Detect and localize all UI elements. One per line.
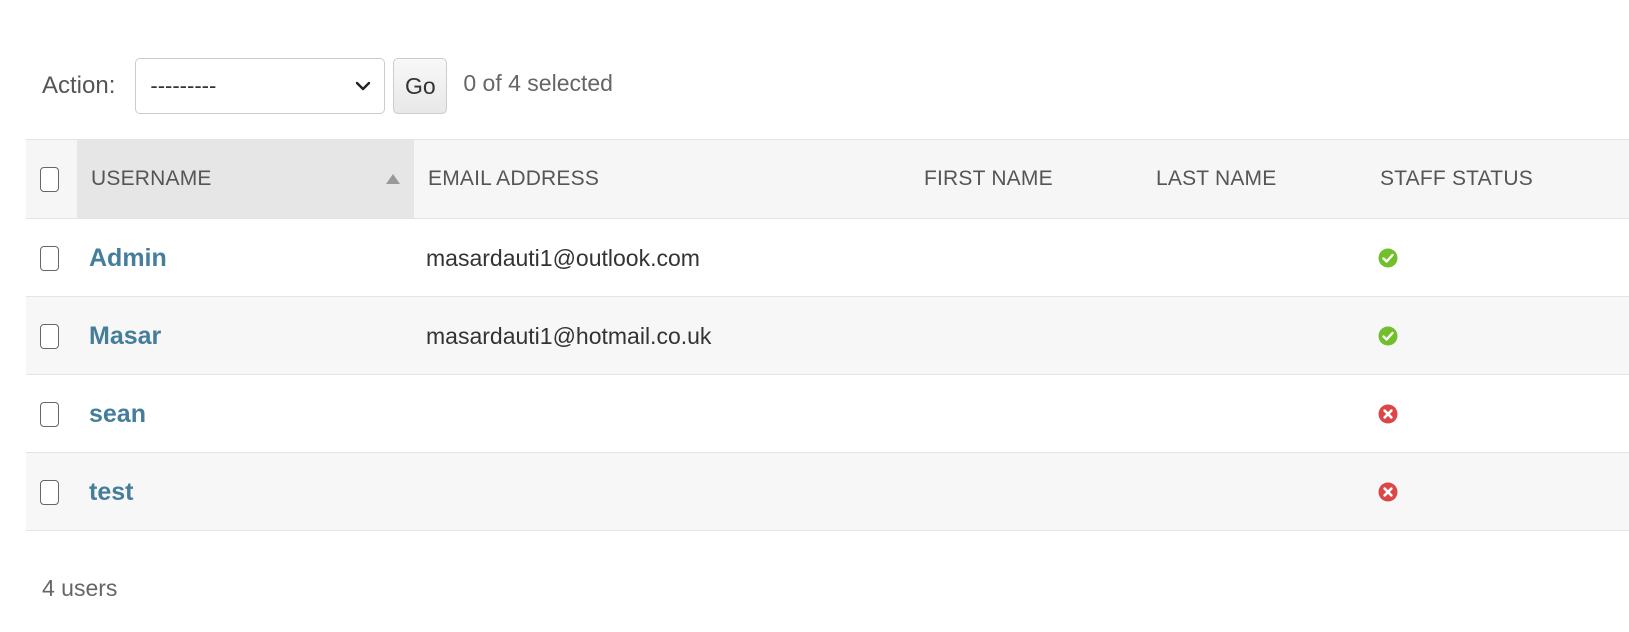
sort-ascending-icon[interactable] xyxy=(386,174,400,184)
column-header-last-name[interactable]: Last name xyxy=(1156,140,1276,218)
table-row: Masar masardauti1@hotmail.co.uk xyxy=(26,297,1629,375)
action-select-value: --------- xyxy=(150,73,217,98)
action-select[interactable]: --------- xyxy=(135,58,386,114)
select-all-checkbox[interactable] xyxy=(40,166,59,192)
email-cell: masardauti1@hotmail.co.uk xyxy=(426,322,712,349)
username-link[interactable]: test xyxy=(89,478,133,507)
column-header-staff-status[interactable]: Staff status xyxy=(1380,140,1533,218)
changelist-page: Action: --------- Go 0 of 4 selected Use… xyxy=(0,0,1629,632)
username-link[interactable]: sean xyxy=(89,400,146,429)
table-row: test xyxy=(26,453,1629,531)
row-select-checkbox[interactable] xyxy=(40,479,59,505)
x-circle-icon xyxy=(1378,404,1398,424)
action-label: Action: xyxy=(42,72,116,99)
select-all-cell xyxy=(40,140,59,218)
column-header-username-label: Username xyxy=(91,167,212,190)
username-link[interactable]: Admin xyxy=(89,244,167,273)
check-circle-icon xyxy=(1378,326,1398,346)
column-header-username[interactable]: Username xyxy=(77,140,414,218)
table-header: Username Email address First name Last n… xyxy=(26,139,1629,219)
column-header-first-name[interactable]: First name xyxy=(924,140,1053,218)
column-header-email-label: Email address xyxy=(428,167,600,190)
row-select-checkbox[interactable] xyxy=(40,401,59,427)
result-count: 4 users xyxy=(42,575,118,601)
table-row: sean xyxy=(26,375,1629,453)
username-link[interactable]: Masar xyxy=(89,322,161,351)
check-circle-icon xyxy=(1378,248,1398,268)
chevron-down-icon xyxy=(356,81,371,91)
row-select-checkbox[interactable] xyxy=(40,245,59,271)
column-header-last-name-label: Last name xyxy=(1156,167,1277,190)
selected-count: 0 of 4 selected xyxy=(463,69,613,96)
go-button[interactable]: Go xyxy=(393,58,448,114)
column-header-staff-status-label: Staff status xyxy=(1380,167,1533,190)
column-header-email[interactable]: Email address xyxy=(428,140,599,218)
result-table: Username Email address First name Last n… xyxy=(26,139,1629,531)
x-circle-icon xyxy=(1378,482,1398,502)
email-cell: masardauti1@outlook.com xyxy=(426,244,700,271)
table-row: Admin masardauti1@outlook.com xyxy=(26,219,1629,297)
actions-bar: Action: --------- Go 0 of 4 selected xyxy=(42,57,613,115)
row-select-checkbox[interactable] xyxy=(40,323,59,349)
column-header-first-name-label: First name xyxy=(924,167,1053,190)
